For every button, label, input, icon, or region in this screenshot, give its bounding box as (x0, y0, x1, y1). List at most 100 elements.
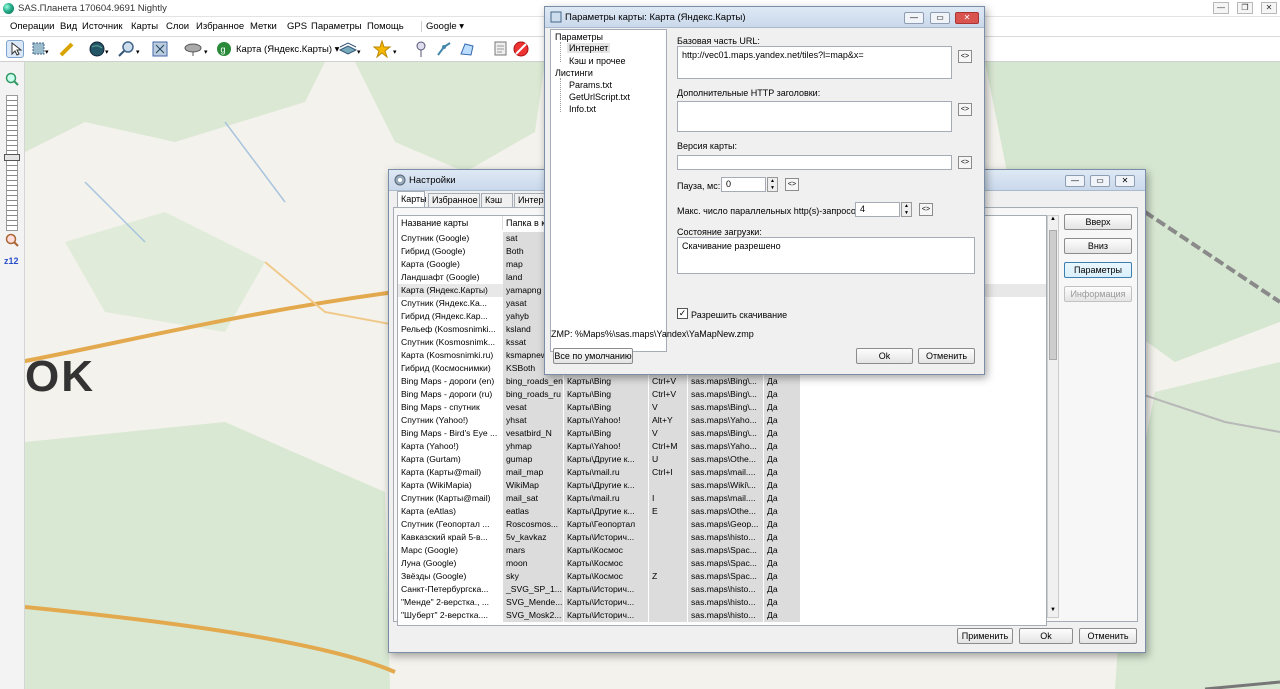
menu-gps[interactable]: GPS (287, 21, 307, 32)
map-type-icon[interactable]: g (215, 40, 233, 58)
polygon-tool-icon[interactable] (458, 40, 476, 58)
table-row[interactable]: Карта (WikiMapia) WikiMap Карты\Другие к..… (398, 479, 1046, 492)
settings-close-icon[interactable]: ✕ (1115, 175, 1135, 187)
scroll-thumb[interactable] (1049, 230, 1057, 360)
table-row[interactable]: Звёзды (Google) sky Карты\Космос Zsas.maps\… (398, 570, 1046, 583)
scroll-up-icon[interactable]: ▲ (1048, 216, 1058, 226)
table-row[interactable]: Спутник (Карты@mail) mail_sat Карты\mail.r… (398, 492, 1046, 505)
table-row[interactable]: Bing Maps - дороги (en) bing_roads_en Карт… (398, 375, 1046, 388)
zoom-slider-thumb[interactable] (4, 153, 20, 161)
globe-icon[interactable]: ▾ (88, 40, 109, 58)
params-cancel-button[interactable]: Отменить (918, 348, 975, 364)
settings-cancel-button[interactable]: Отменить (1079, 628, 1137, 644)
menu-parameters[interactable]: Параметры (311, 21, 362, 32)
information-button[interactable]: Информация (1064, 286, 1132, 302)
table-row[interactable]: Марс (Google) mars Карты\Космос sas.maps\Sp… (398, 544, 1046, 557)
table-row[interactable]: Bing Maps - Bird's Eye ... vesatbird_N Кар… (398, 427, 1046, 440)
table-row[interactable]: "Менде" 2-верстка., ... SVG_Mende... Карты… (398, 596, 1046, 609)
tree-item-info-txt[interactable]: Info.txt (569, 104, 596, 114)
map-selector[interactable]: Карта (Яндекс.Карты) ▾ (236, 44, 339, 55)
move-up-button[interactable]: Вверх (1064, 214, 1132, 230)
max-requests-field[interactable]: 4 (855, 202, 900, 217)
fullscreen-icon[interactable] (151, 40, 169, 58)
table-row[interactable]: Bing Maps - спутник vesat Карты\Bing Vsas.m… (398, 401, 1046, 414)
table-scrollbar[interactable]: ▲ ▼ (1047, 215, 1059, 618)
max-requests-reset-button[interactable]: <> (919, 203, 933, 216)
menu-marks[interactable]: Метки (250, 21, 277, 32)
tree-item-listings[interactable]: Листинги (555, 68, 593, 78)
version-reset-button[interactable]: <> (958, 156, 972, 169)
satellite-icon[interactable]: ▾ (183, 40, 208, 58)
tree-item-parameters[interactable]: Параметры (555, 32, 603, 42)
tab-maps[interactable]: Карты (397, 191, 427, 207)
restore-icon[interactable]: ❐ (1237, 2, 1253, 14)
settings-maximize-icon[interactable]: ▭ (1090, 175, 1110, 187)
zoom-search-icon[interactable]: ▾ (117, 40, 140, 58)
params-maximize-icon[interactable]: ▭ (930, 12, 950, 24)
menu-maps[interactable]: Карты (131, 21, 158, 32)
tab-cache[interactable]: Кэш (481, 193, 513, 207)
no-entry-icon[interactable] (512, 40, 530, 58)
menu-operations[interactable]: Операции (10, 21, 54, 32)
close-icon[interactable]: ✕ (1261, 2, 1277, 14)
pointer-tool-icon[interactable] (6, 40, 24, 58)
table-row[interactable]: Карта (eAtlas) eatlas Карты\Другие к... Esa… (398, 505, 1046, 518)
cell-name: Карта (Яндекс.Карты) (401, 285, 488, 295)
settings-ok-button[interactable]: Ok (1019, 628, 1073, 644)
tab-favorites[interactable]: Избранное (428, 193, 480, 207)
defaults-button[interactable]: Все по умолчанию (553, 348, 633, 364)
table-row[interactable]: Bing Maps - дороги (ru) bing_roads_ru Карт… (398, 388, 1046, 401)
pause-spinner-icon[interactable]: ▲ ▼ (767, 177, 778, 192)
params-ok-button[interactable]: Ok (856, 348, 913, 364)
table-row[interactable]: Спутник (Yahoo!) yhsat Карты\Yahoo! Alt+Y sa… (398, 414, 1046, 427)
zoom-slider[interactable] (6, 95, 18, 231)
pause-field[interactable]: 0 (721, 177, 766, 192)
menu-favorites[interactable]: Избранное (196, 21, 244, 32)
tree-item-geturlscript[interactable]: GetUrlScript.txt (569, 92, 630, 102)
state-field[interactable]: Скачивание разрешено (677, 237, 975, 274)
placemark-icon[interactable] (413, 40, 431, 58)
zoom-out-icon[interactable] (5, 233, 19, 249)
headers-reset-button[interactable]: <> (958, 103, 972, 116)
table-row[interactable]: Спутник (Геопортал ... Roscosmos... Карты\… (398, 518, 1046, 531)
ruler-icon[interactable] (58, 40, 76, 58)
select-area-icon[interactable]: ▾ (30, 40, 49, 58)
table-row[interactable]: Санкт-Петербургска... _SVG_SP_1... Карты\И… (398, 583, 1046, 596)
tree-item-cache[interactable]: Кэш и прочее (569, 56, 625, 66)
marks-manager-icon[interactable] (492, 40, 510, 58)
menu-google[interactable]: Google ▾ (421, 21, 464, 32)
params-close-icon[interactable]: ✕ (955, 12, 979, 24)
move-down-button[interactable]: Вниз (1064, 238, 1132, 254)
url-reset-button[interactable]: <> (958, 50, 972, 63)
allow-download-checkbox[interactable]: ✓ (677, 308, 688, 319)
zoom-in-icon[interactable] (5, 72, 19, 88)
favorites-star-icon[interactable]: ▾ (372, 39, 397, 59)
path-tool-icon[interactable] (435, 40, 453, 58)
minimize-icon[interactable]: — (1213, 2, 1229, 14)
settings-minimize-icon[interactable]: — (1065, 175, 1085, 187)
max-requests-spinner-icon[interactable]: ▲ ▼ (901, 202, 912, 217)
menu-layers[interactable]: Слои (166, 21, 189, 32)
table-row[interactable]: "Шуберт" 2-верстка.... SVG_Mosk2... Карты\… (398, 609, 1046, 622)
table-row[interactable]: Карта (Yahoo!) yhmap Карты\Yahoo! Ctrl+M sas… (398, 440, 1046, 453)
headers-field[interactable] (677, 101, 952, 132)
pause-reset-button[interactable]: <> (785, 178, 799, 191)
table-row[interactable]: Луна (Google) moon Карты\Космос sas.maps\Sp… (398, 557, 1046, 570)
menu-view[interactable]: Вид (60, 21, 77, 32)
col-header-name[interactable]: Название карты (398, 216, 503, 230)
version-field[interactable] (677, 155, 952, 170)
tree-item-internet[interactable]: Интернет (567, 43, 611, 53)
url-field[interactable]: http://vec01.maps.yandex.net/tiles?l=map… (677, 46, 952, 79)
tab-internet[interactable]: Интер (514, 193, 546, 207)
parameters-button[interactable]: Параметры (1064, 262, 1132, 278)
scroll-down-icon[interactable]: ▼ (1048, 607, 1058, 617)
table-row[interactable]: Карта (Gurtam) gumap Карты\Другие к... Usas… (398, 453, 1046, 466)
menu-source[interactable]: Источник (82, 21, 123, 32)
params-minimize-icon[interactable]: — (904, 12, 924, 24)
tree-item-params-txt[interactable]: Params.txt (569, 80, 612, 90)
layers-icon[interactable]: ▾ (338, 40, 361, 58)
table-row[interactable]: Кавказский край 5-в... 5v_kavkaz Карты\Ист… (398, 531, 1046, 544)
table-row[interactable]: Карта (Карты@mail) mail_map Карты\mail.ru C… (398, 466, 1046, 479)
apply-button[interactable]: Применить (957, 628, 1013, 644)
menu-help[interactable]: Помощь (367, 21, 404, 32)
